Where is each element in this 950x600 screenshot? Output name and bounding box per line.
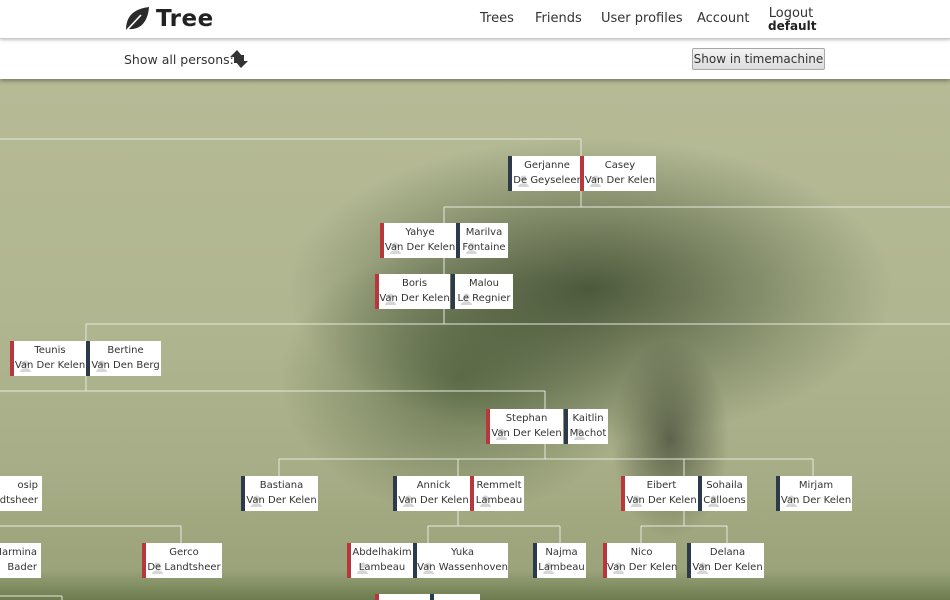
person-card[interactable]: Stephan Van Der Kelen bbox=[486, 409, 563, 444]
person-first-name: Bertine bbox=[107, 345, 144, 356]
person-last-name: Van Der Kelen bbox=[607, 562, 678, 573]
person-last-name: Van Der Kelen bbox=[14, 360, 86, 371]
person-card[interactable]: Nico Van Der Kelen bbox=[603, 543, 678, 578]
toolbar: Show all persons: Show in timemachine bbox=[0, 39, 950, 79]
nav-user-profiles[interactable]: User profiles bbox=[601, 11, 683, 26]
person-last-name: Machot bbox=[569, 428, 607, 439]
person-card-partial[interactable] bbox=[375, 594, 430, 600]
leaf-icon bbox=[125, 7, 149, 32]
person-first-name: osip bbox=[17, 480, 38, 491]
person-last-name: Van Den Berg bbox=[91, 360, 160, 371]
swap-arrows-icon[interactable] bbox=[228, 48, 250, 70]
logo[interactable]: Tree bbox=[123, 4, 214, 34]
person-last-name: Van Der Kelen bbox=[246, 495, 317, 506]
show-in-timemachine-button[interactable]: Show in timemachine bbox=[692, 48, 825, 70]
person-first-name: Harmina bbox=[0, 547, 37, 558]
person-card[interactable]: Malou Le Regnier bbox=[451, 274, 513, 309]
nav-logout[interactable]: Logout default bbox=[768, 7, 817, 33]
person-card[interactable]: Harmina Bader bbox=[0, 543, 41, 578]
person-last-name: De Landtsheer bbox=[147, 562, 221, 573]
person-first-name: Yuka bbox=[450, 547, 475, 558]
top-nav-bar: Tree Trees Friends User profiles Account… bbox=[0, 0, 950, 39]
person-card[interactable]: Delana Van Der Kelen bbox=[687, 543, 764, 578]
person-first-name: Delana bbox=[709, 547, 746, 558]
person-card[interactable]: Eibert Van Der Kelen bbox=[621, 476, 698, 511]
person-card[interactable]: Mirjam Van Der Kelen bbox=[776, 476, 852, 511]
person-first-name: Casey bbox=[604, 160, 636, 171]
person-card[interactable]: Kaitlin Machot bbox=[564, 409, 608, 444]
person-first-name: Nico bbox=[630, 547, 653, 558]
person-first-name: Najma bbox=[545, 547, 578, 558]
person-card[interactable]: Casey Van Der Kelen bbox=[580, 156, 656, 191]
person-card[interactable]: Teunis Van Der Kelen bbox=[10, 341, 86, 376]
person-first-name: Mirjam bbox=[798, 480, 834, 491]
nav-account[interactable]: Account bbox=[697, 11, 750, 26]
person-last-name: Van Der Kelen bbox=[384, 242, 456, 253]
show-all-persons-label: Show all persons: bbox=[124, 52, 234, 67]
person-last-name: Van Der Kelen bbox=[692, 562, 763, 573]
person-last-name: Lambeau bbox=[475, 495, 523, 506]
person-card[interactable]: Sohaila Calloens bbox=[698, 476, 747, 511]
person-card[interactable]: Marilva Fontaine bbox=[456, 223, 508, 258]
person-card[interactable]: Yahye Van Der Kelen bbox=[380, 223, 456, 258]
person-first-name: Stephan bbox=[505, 413, 548, 424]
person-first-name: Sohaila bbox=[706, 480, 743, 491]
person-first-name: Bastiana bbox=[259, 480, 304, 491]
family-tree-canvas[interactable]: Gerjanne De Geyseleer Casey Van Der Kelen Ya… bbox=[0, 79, 950, 600]
person-last-name: Fontaine bbox=[462, 242, 506, 253]
person-card[interactable]: osip dtsheer bbox=[0, 476, 42, 511]
person-last-name: Van Der Kelen bbox=[626, 495, 697, 506]
person-last-name: Bader bbox=[7, 562, 37, 573]
person-last-name: Van Der Kelen bbox=[491, 428, 562, 439]
person-card[interactable]: Remmelt Lambeau bbox=[470, 476, 524, 511]
person-last-name: Van Wassenhoven bbox=[417, 562, 508, 573]
person-last-name: dtsheer bbox=[0, 495, 38, 506]
nav-friends[interactable]: Friends bbox=[535, 11, 582, 26]
person-last-name: Lambeau bbox=[538, 562, 585, 573]
person-first-name: Marilva bbox=[465, 227, 503, 238]
person-first-name: Remmelt bbox=[476, 480, 522, 491]
person-first-name: Boris bbox=[401, 278, 428, 289]
person-last-name: Van Der Kelen bbox=[398, 495, 469, 506]
person-last-name: Calloens bbox=[703, 495, 746, 506]
person-last-name: Le Regnier bbox=[457, 293, 511, 304]
person-card[interactable]: Gerjanne De Geyseleer bbox=[508, 156, 582, 191]
person-first-name: Eibert bbox=[646, 480, 677, 491]
person-first-name: Gerco bbox=[169, 547, 199, 558]
person-last-name: De Geyseleer bbox=[513, 175, 581, 186]
person-first-name: Gerjanne bbox=[524, 160, 570, 171]
person-first-name: Kaitlin bbox=[572, 413, 604, 424]
person-card-partial[interactable] bbox=[430, 594, 480, 600]
person-card[interactable]: Najma Lambeau bbox=[533, 543, 586, 578]
logo-text: Tree bbox=[156, 6, 214, 32]
person-card[interactable]: Annick Van Der Kelen bbox=[393, 476, 470, 511]
person-card[interactable]: Boris Van Der Kelen bbox=[375, 274, 450, 309]
person-card[interactable]: Bertine Van Den Berg bbox=[86, 341, 161, 376]
person-first-name: Malou bbox=[469, 278, 499, 289]
person-card[interactable]: Bastiana Van Der Kelen bbox=[241, 476, 318, 511]
person-card[interactable]: Yuka Van Wassenhoven bbox=[413, 543, 508, 578]
person-first-name: Yahye bbox=[405, 227, 435, 238]
nav-trees[interactable]: Trees bbox=[480, 11, 514, 26]
person-first-name: Teunis bbox=[34, 345, 66, 356]
person-last-name: Van Der Kelen bbox=[780, 495, 852, 506]
current-username: default bbox=[768, 19, 817, 33]
person-first-name: Abdelhakim bbox=[352, 547, 412, 558]
person-first-name: Annick bbox=[416, 480, 451, 491]
tree-connection-lines bbox=[0, 138, 950, 600]
person-card[interactable]: Gerco De Landtsheer bbox=[142, 543, 222, 578]
person-card[interactable]: Abdelhakim Lambeau bbox=[347, 543, 413, 578]
person-last-name: Lambeau bbox=[358, 562, 406, 573]
person-last-name: Van Der Kelen bbox=[379, 293, 450, 304]
person-last-name: Van Der Kelen bbox=[584, 175, 656, 186]
